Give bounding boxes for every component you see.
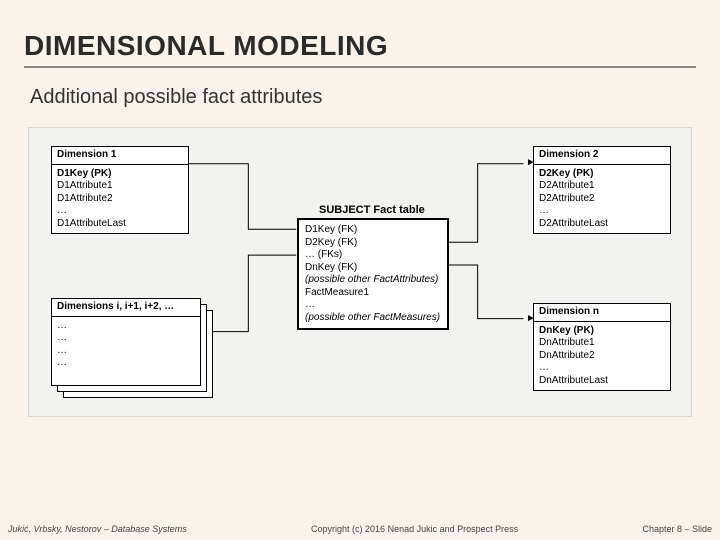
fact-table-box: D1Key (FK) D2Key (FK) … (FKs) DnKey (FK)… [297,218,449,330]
dim-row: DnAttribute2 [539,350,665,363]
dim-row: DnAttribute1 [539,337,665,350]
dim-row: … [539,362,665,375]
dim-row: D1Key (PK) [57,168,183,181]
dim-row: DnAttributeLast [539,375,665,388]
fact-row: (possible other FactMeasures) [305,312,441,325]
dim-row: D2Attribute1 [539,180,665,193]
dimension-2-box: Dimension 2 D2Key (PK) D2Attribute1 D2At… [533,146,671,234]
dim-row: … [57,332,195,345]
slide-subtitle: Additional possible fact attributes [30,86,696,109]
fact-row: FactMeasure1 [305,287,441,300]
slide-title: DIMENSIONAL MODELING [24,30,696,68]
dim-row: D1Attribute2 [57,193,183,206]
footer: Jukić, Vrbsky, Nestorov – Database Syste… [0,524,720,534]
dimension-2-header: Dimension 2 [534,147,670,165]
stack-front: Dimensions i, i+1, i+2, … … … … … [51,298,201,386]
fact-row: (possible other FactAttributes) [305,274,441,287]
fact-row: … (FKs) [305,249,441,262]
fact-label: SUBJECT Fact table [319,204,425,216]
diagram-area: ◄ ► ► ◄ Dimension 1 D1Key (PK) D1Attribu… [28,127,692,417]
dim-row: … [57,345,195,358]
dim-row: … [57,205,183,218]
fact-row: … [305,299,441,312]
footer-left: Jukić, Vrbsky, Nestorov – Database Syste… [8,524,187,534]
dim-row: D1Attribute1 [57,180,183,193]
dim-row: DnKey (PK) [539,325,665,338]
footer-mid: Copyright (c) 2016 Nenad Jukic and Prosp… [187,524,643,534]
dim-row: D2Key (PK) [539,168,665,181]
dim-row: … [57,357,195,370]
dimension-n-box: Dimension n DnKey (PK) DnAttribute1 DnAt… [533,303,671,391]
dim-row: … [57,320,195,333]
dimension-1-header: Dimension 1 [52,147,188,165]
stack-header: Dimensions i, i+1, i+2, … [52,299,200,317]
dim-row: D2AttributeLast [539,218,665,231]
dimension-1-box: Dimension 1 D1Key (PK) D1Attribute1 D1At… [51,146,189,234]
dim-row: D2Attribute2 [539,193,665,206]
footer-right: Chapter 8 – Slide [642,524,712,534]
fact-row: D1Key (FK) [305,224,441,237]
dim-row: … [539,205,665,218]
fact-row: D2Key (FK) [305,237,441,250]
fact-row: DnKey (FK) [305,262,441,275]
dim-row: D1AttributeLast [57,218,183,231]
dimension-n-header: Dimension n [534,304,670,322]
